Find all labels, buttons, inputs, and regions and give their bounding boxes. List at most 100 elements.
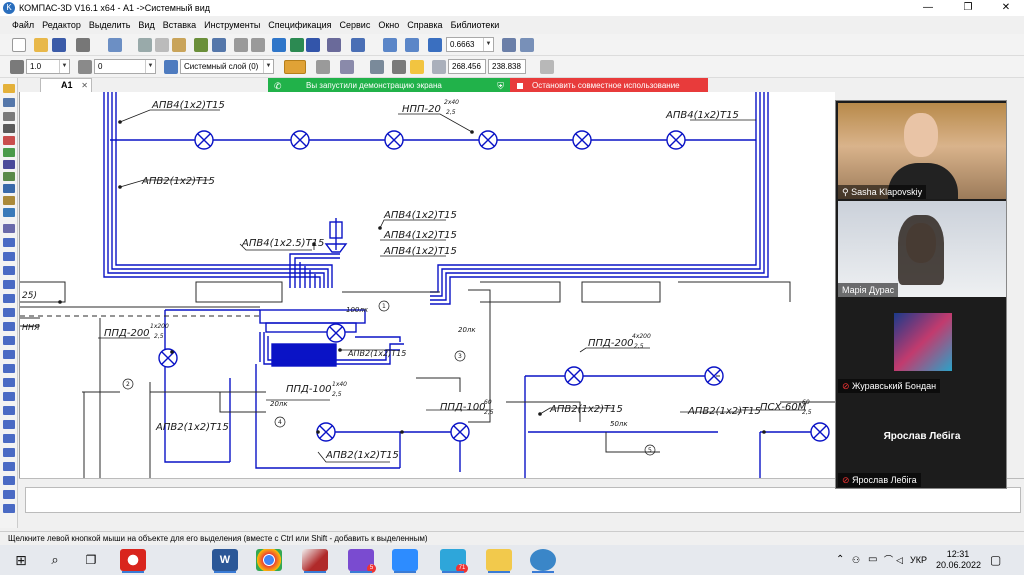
close-button[interactable]: ✕	[990, 0, 1022, 16]
angle-icon[interactable]	[78, 60, 92, 74]
spline-icon[interactable]	[3, 322, 15, 331]
format-painter-icon[interactable]	[194, 38, 208, 52]
geometry-icon[interactable]	[3, 84, 15, 93]
manager-icon[interactable]	[272, 38, 286, 52]
close-icon[interactable]: ✕	[81, 79, 88, 92]
trim-icon[interactable]	[3, 434, 15, 443]
chevron-down-icon[interactable]: ▼	[263, 60, 273, 73]
reports-icon[interactable]	[3, 184, 15, 193]
library-icon[interactable]	[290, 38, 304, 52]
language-indicator[interactable]: УКР	[910, 545, 927, 575]
kompas-taskbar-icon[interactable]	[530, 549, 556, 573]
zoom-icon[interactable]	[428, 38, 442, 52]
minimize-button[interactable]: —	[912, 0, 944, 16]
chrome-icon[interactable]	[256, 549, 282, 571]
step-cursor-icon[interactable]	[10, 60, 24, 74]
copy-tool-icon[interactable]	[3, 462, 15, 471]
rectangle-icon[interactable]	[3, 336, 15, 345]
arc-icon[interactable]	[3, 280, 15, 289]
point-icon[interactable]	[3, 224, 15, 233]
menu-select[interactable]: Выделить	[89, 20, 131, 30]
chevron-down-icon[interactable]: ▼	[59, 60, 69, 73]
zoom-value-field[interactable]: 0.6663 ▼	[446, 37, 494, 52]
edit-icon[interactable]	[3, 124, 15, 133]
menu-file[interactable]: Файл	[12, 20, 34, 30]
file-explorer-icon[interactable]	[486, 549, 512, 573]
search-icon[interactable]: ⌕	[42, 549, 68, 571]
participant-tile[interactable]: ⊘ Журавський Бондан	[838, 299, 1006, 393]
insert-icon[interactable]	[3, 196, 15, 205]
menu-edit[interactable]: Редактор	[42, 20, 81, 30]
menu-window[interactable]: Окно	[378, 20, 399, 30]
chevron-down-icon[interactable]: ▼	[483, 38, 493, 51]
paste-icon[interactable]	[172, 38, 186, 52]
preview-icon[interactable]	[108, 38, 122, 52]
chamfer-icon[interactable]	[3, 392, 15, 401]
menu-service[interactable]: Сервис	[340, 20, 371, 30]
print-icon[interactable]	[76, 38, 90, 52]
notifications-icon[interactable]: ▢	[990, 545, 1001, 575]
menu-view[interactable]: Вид	[138, 20, 154, 30]
grid-icon[interactable]	[340, 60, 354, 74]
zoom-window-icon[interactable]	[405, 38, 419, 52]
dimensions-icon[interactable]	[3, 98, 15, 107]
people-icon[interactable]: ⚇	[852, 545, 860, 575]
opera-icon[interactable]	[120, 549, 146, 573]
tab-a1[interactable]: А1 ✕	[40, 78, 92, 92]
participant-tile[interactable]: ⚲ Sasha Klapovskiy	[838, 103, 1006, 199]
menu-insert[interactable]: Вставка	[163, 20, 196, 30]
viber-icon[interactable]: 5	[348, 549, 376, 573]
pan-icon[interactable]	[502, 38, 516, 52]
polyline-icon[interactable]	[3, 308, 15, 317]
volume-icon[interactable]: ◁	[896, 545, 903, 575]
electrical-plan-drawing[interactable]: АПВ4(1х2)Т15 НПП-20 2х40 2,5 АПВ4(1х2)Т1…	[20, 92, 835, 478]
layer-select[interactable]: Системный слой (0) ▼	[180, 59, 274, 74]
ellipse-icon[interactable]	[3, 294, 15, 303]
segment-icon[interactable]	[3, 252, 15, 261]
zoom-in-icon[interactable]	[383, 38, 397, 52]
offset-icon[interactable]	[3, 378, 15, 387]
mirror-icon[interactable]	[3, 448, 15, 457]
spec-icon[interactable]	[3, 172, 15, 181]
task-view-icon[interactable]: ❐	[78, 549, 104, 571]
layer-icon[interactable]	[164, 60, 178, 74]
participant-tile[interactable]: Ярослав Лебіга ⊘ Ярослав Лебіга	[838, 395, 1006, 487]
fillet-icon[interactable]	[3, 406, 15, 415]
polygon-icon[interactable]	[3, 350, 15, 359]
new-document-icon[interactable]	[12, 38, 26, 52]
zoom-app-icon[interactable]	[392, 549, 418, 573]
circle-icon[interactable]	[3, 266, 15, 275]
command-input-area[interactable]	[25, 487, 1021, 513]
undo-icon[interactable]	[234, 38, 248, 52]
copy-icon[interactable]	[155, 38, 169, 52]
tray-chevron-icon[interactable]: ⌃	[836, 545, 844, 575]
calculate-icon[interactable]	[327, 38, 341, 52]
menu-help[interactable]: Справка	[407, 20, 442, 30]
network-icon[interactable]: ⌒	[884, 545, 893, 575]
menu-libraries[interactable]: Библиотеки	[451, 20, 500, 30]
orthogonal-icon[interactable]	[316, 60, 330, 74]
help-pointer-icon[interactable]	[351, 38, 365, 52]
move-icon[interactable]	[3, 476, 15, 485]
chevron-down-icon[interactable]: ▼	[145, 60, 155, 73]
coord-y-field[interactable]: 238.838	[488, 59, 526, 74]
battery-icon[interactable]: ▭	[868, 545, 877, 575]
parameters-icon[interactable]	[540, 60, 554, 74]
symbols-icon[interactable]	[3, 112, 15, 121]
cut-icon[interactable]	[138, 38, 152, 52]
redo-icon[interactable]	[251, 38, 265, 52]
menu-specification[interactable]: Спецификация	[268, 20, 331, 30]
participant-tile[interactable]: Марія Дурас	[838, 201, 1006, 297]
ortho-mode-icon[interactable]	[392, 60, 406, 74]
coordinates-icon[interactable]	[432, 60, 446, 74]
view-icon[interactable]	[3, 208, 15, 217]
save-icon[interactable]	[52, 38, 66, 52]
clock[interactable]: 12:31 20.06.2022	[936, 545, 981, 575]
local-cs-icon[interactable]	[370, 60, 384, 74]
angle-field[interactable]: 0 ▼	[94, 59, 156, 74]
open-folder-icon[interactable]	[34, 38, 48, 52]
snap-mode-icon[interactable]	[410, 60, 424, 74]
line-weight-field[interactable]: 1.0 ▼	[26, 59, 70, 74]
refresh-view-icon[interactable]	[520, 38, 534, 52]
paint-icon[interactable]	[302, 549, 328, 573]
